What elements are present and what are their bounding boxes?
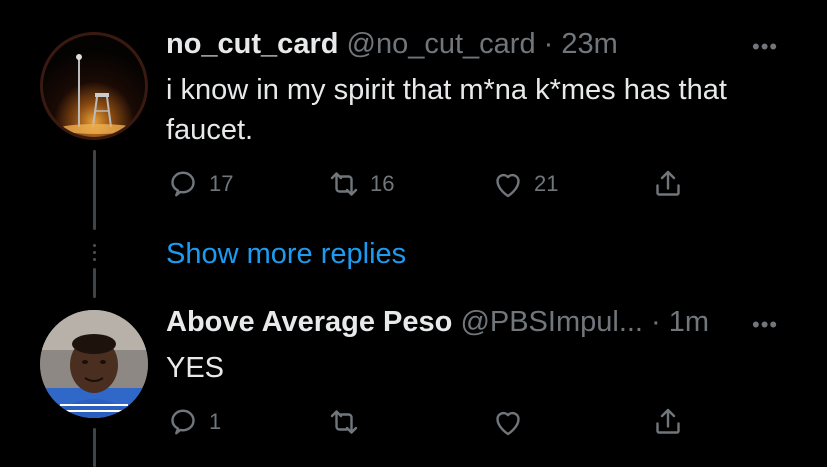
separator: · [535,28,562,60]
reply-button[interactable]: 1 [165,404,221,440]
timestamp[interactable]: 23m [561,28,617,60]
thread-line-mid [93,268,96,298]
reply-icon [171,171,195,197]
share-icon [656,170,680,196]
retweet-icon [330,410,358,434]
more-icon[interactable]: ••• [752,34,778,60]
retweet-count: 16 [370,171,395,196]
share-button[interactable] [650,166,686,202]
like-icon [496,411,520,436]
separator: · [643,306,669,338]
tweet-text: i know in my spirit that m*na k*mes has … [166,74,727,146]
display-name[interactable]: Above Average Peso [166,306,452,338]
like-button[interactable]: 21 [490,166,558,202]
handle[interactable]: @no_cut_card [347,28,536,60]
reply-icon [171,409,195,435]
tweet-header: no_cut_card @no_cut_card · 23m [166,28,618,61]
like-button[interactable] [490,404,534,440]
reply-button[interactable]: 17 [165,166,233,202]
share-button[interactable] [650,404,686,440]
avatar-no-cut-card[interactable] [40,32,148,140]
timestamp[interactable]: 1m [669,306,709,338]
like-count: 21 [534,171,559,196]
retweet-button[interactable]: 16 [326,166,394,202]
tweet-header: Above Average Peso @PBSImpul... · 1m [166,306,709,339]
share-icon [656,408,680,434]
retweet-icon [330,172,358,196]
reply-count: 17 [209,171,234,196]
handle[interactable]: @PBSImpul... [460,306,643,338]
tweet-text: YES [166,352,225,384]
show-more-replies-link[interactable]: Show more replies [166,238,406,271]
stage-stool-image [57,54,137,134]
display-name[interactable]: no_cut_card [166,28,338,60]
thread-line-upper [93,150,96,230]
thread-line-lower [93,428,96,467]
reply-count: 1 [209,409,222,434]
retweet-button[interactable] [326,404,370,440]
thread-dots [93,244,96,265]
like-icon [496,173,520,198]
profile-photo [40,310,148,418]
avatar-above-average-peso[interactable] [40,310,148,418]
more-icon[interactable]: ••• [752,312,778,338]
